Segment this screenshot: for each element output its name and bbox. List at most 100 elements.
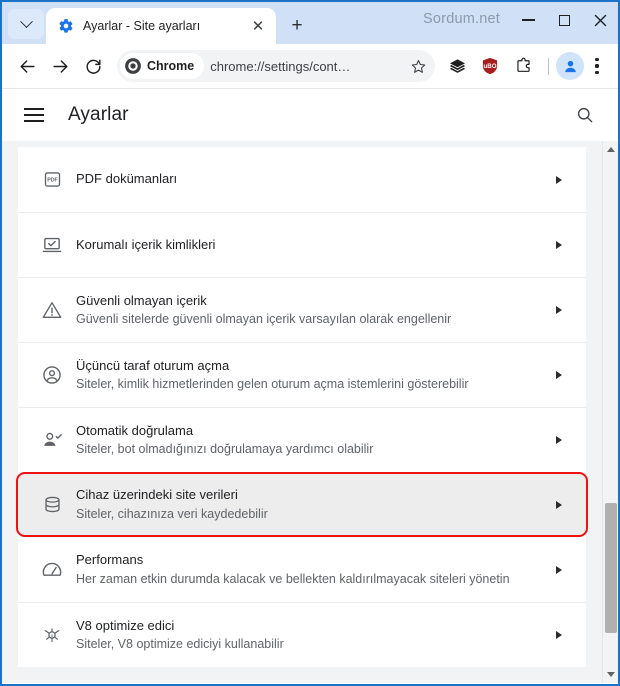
- ublock-shield-icon: uBO: [482, 57, 498, 75]
- warning-triangle-icon: [32, 299, 72, 321]
- settings-row-title: Güvenli olmayan içerik: [76, 292, 207, 308]
- close-window-button[interactable]: [582, 4, 618, 36]
- settings-row-title: Korumalı içerik kimlikleri: [76, 236, 216, 252]
- browser-tab[interactable]: Ayarlar - Site ayarları ✕: [46, 8, 276, 44]
- minimize-icon: [521, 19, 535, 21]
- settings-row-title: Performans: [76, 552, 144, 568]
- triangle-up-icon: [606, 147, 615, 152]
- settings-row-subtitle: Siteler, bot olmadığınızı doğrulamaya ya…: [76, 442, 374, 457]
- back-button[interactable]: [12, 51, 42, 81]
- search-settings-button[interactable]: [570, 100, 600, 130]
- site-settings-card: PDF PDF dokümanları Korumalı içerik kimlik…: [16, 147, 588, 667]
- scroll-down-button[interactable]: [603, 666, 619, 683]
- scrollbar[interactable]: [602, 141, 618, 683]
- tab-title: Ayarlar - Site ayarları: [83, 19, 201, 33]
- settings-row-title: Cihaz üzerindeki site verileri: [76, 487, 238, 503]
- chevron-down-icon: [19, 14, 33, 28]
- settings-row-title: Otomatik doğrulama: [76, 422, 194, 438]
- settings-row-subtitle: Siteler, V8 optimize ediciyi kullanabili…: [76, 637, 284, 652]
- window-controls: [510, 2, 618, 38]
- profile-button[interactable]: [556, 52, 584, 80]
- chevron-right-icon[interactable]: [546, 241, 572, 249]
- browser-toolbar: Chrome chrome://settings/cont… uBO: [2, 44, 618, 89]
- scrollbar-thumb[interactable]: [604, 503, 617, 633]
- chevron-right-icon[interactable]: [546, 175, 572, 184]
- settings-row-subtitle: Güvenli sitelerde güvenli olmayan içerik…: [76, 312, 452, 327]
- settings-row[interactable]: Üçüncü taraf oturum açma Siteler, kimlik …: [18, 342, 586, 407]
- settings-row[interactable]: 8 V8 optimize edici Siteler, V8 optimize e…: [18, 602, 586, 667]
- settings-row-body: Korumalı içerik kimlikleri: [72, 236, 546, 255]
- browser-window: Ayarlar - Site ayarları ✕ + Sordum.net C…: [0, 0, 620, 686]
- new-tab-button[interactable]: +: [282, 10, 312, 40]
- settings-row-subtitle: Her zaman etkin durumda kalacak ve belle…: [76, 571, 510, 586]
- minimize-button[interactable]: [510, 4, 546, 36]
- extensions-button[interactable]: [508, 51, 538, 81]
- maximize-icon: [558, 14, 570, 26]
- settings-row[interactable]: Otomatik doğrulama Siteler, bot olmadığın…: [18, 407, 586, 472]
- account-circle-icon: [32, 364, 72, 386]
- settings-row-body: Otomatik doğrulama Siteler, bot olmadığın…: [72, 422, 546, 459]
- browser-menu-button[interactable]: [584, 52, 610, 80]
- toolbar-actions: uBO: [442, 51, 610, 81]
- close-icon[interactable]: ✕: [248, 16, 268, 36]
- chevron-right-icon[interactable]: [546, 371, 572, 379]
- scroll-up-button[interactable]: [603, 141, 619, 158]
- chevron-right-icon[interactable]: [546, 565, 572, 574]
- chrome-chip-label: Chrome: [147, 59, 195, 73]
- speedometer-icon: [32, 559, 72, 581]
- chrome-chip[interactable]: Chrome: [120, 53, 205, 79]
- person-check-icon: [32, 429, 72, 451]
- close-icon: [594, 14, 606, 26]
- tab-search-button[interactable]: [8, 9, 44, 39]
- reload-button[interactable]: [78, 51, 108, 81]
- settings-row-subtitle: Siteler, cihazınıza veri kaydedebilir: [76, 506, 268, 521]
- bookmark-button[interactable]: [405, 53, 431, 79]
- maximize-button[interactable]: [546, 4, 582, 36]
- settings-row-title: V8 optimize edici: [76, 617, 175, 633]
- forward-arrow-icon: [52, 59, 68, 73]
- svg-text:PDF: PDF: [47, 178, 58, 184]
- triangle-down-icon: [606, 672, 615, 677]
- toolbar-divider: [548, 57, 549, 75]
- search-icon: [577, 107, 593, 123]
- settings-row[interactable]: Güvenli olmayan içerik Güvenli sitelerde …: [18, 277, 586, 342]
- settings-row-title: PDF dokümanları: [76, 171, 178, 187]
- settings-row-body: PDF dokümanları: [72, 170, 546, 189]
- puzzle-icon: [516, 57, 530, 72]
- window-watermark: Sordum.net: [423, 11, 500, 27]
- settings-row[interactable]: PDF PDF dokümanları: [18, 147, 586, 212]
- gear-icon: [58, 18, 74, 34]
- layers-icon-button[interactable]: [442, 51, 472, 81]
- settings-scroll-area: PDF PDF dokümanları Korumalı içerik kimlik…: [2, 141, 602, 683]
- settings-row-body: Üçüncü taraf oturum açma Siteler, kimlik …: [72, 357, 546, 394]
- database-icon: [32, 494, 72, 515]
- protected-content-icon: [32, 234, 72, 256]
- chevron-right-icon[interactable]: [546, 631, 572, 639]
- settings-row[interactable]: Performans Her zaman etkin durumda kalaca…: [18, 537, 586, 602]
- layers-icon: [449, 58, 465, 73]
- settings-content: PDF PDF dokümanları Korumalı içerik kimlik…: [2, 141, 618, 683]
- chevron-right-icon[interactable]: [546, 500, 572, 509]
- forward-button[interactable]: [45, 51, 75, 81]
- svg-text:uBO: uBO: [484, 63, 497, 70]
- settings-row-body: V8 optimize edici Siteler, V8 optimize ed…: [72, 617, 546, 654]
- reload-icon: [85, 59, 101, 74]
- chrome-logo-icon: [125, 58, 141, 74]
- settings-row-highlighted[interactable]: Cihaz üzerindeki site verileri Siteler, c…: [16, 472, 588, 537]
- ublock-origin-button[interactable]: uBO: [475, 51, 505, 81]
- chevron-right-icon[interactable]: [546, 306, 572, 314]
- back-arrow-icon: [19, 59, 35, 73]
- hamburger-icon[interactable]: [24, 102, 50, 128]
- pdf-icon: PDF: [32, 169, 72, 190]
- avatar-icon: [564, 60, 576, 72]
- settings-header: Ayarlar: [2, 89, 618, 141]
- scrollbar-track[interactable]: [603, 158, 619, 666]
- settings-row-body: Cihaz üzerindeki site verileri Siteler, c…: [72, 486, 546, 523]
- url-text[interactable]: chrome://settings/cont…: [210, 59, 405, 74]
- address-bar[interactable]: Chrome chrome://settings/cont…: [117, 50, 435, 82]
- settings-row-body: Güvenli olmayan içerik Güvenli sitelerde …: [72, 292, 546, 329]
- settings-row[interactable]: Korumalı içerik kimlikleri: [18, 212, 586, 277]
- tab-strip: Ayarlar - Site ayarları ✕ + Sordum.net: [2, 2, 618, 44]
- star-icon: [411, 59, 425, 73]
- chevron-right-icon[interactable]: [546, 436, 572, 444]
